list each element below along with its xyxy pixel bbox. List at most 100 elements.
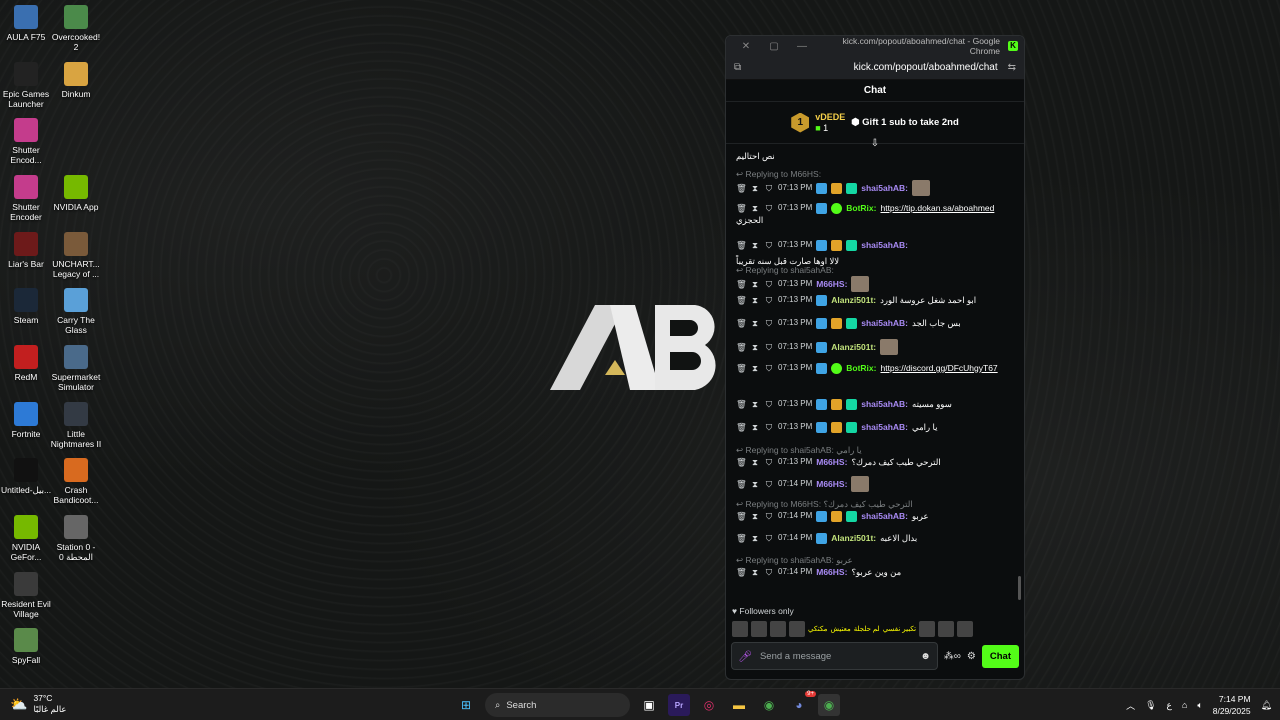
ban-icon[interactable]: ⛉: [764, 278, 774, 290]
desktop-icon[interactable]: Overcooked! 2: [50, 5, 102, 52]
delete-icon[interactable]: 🗑︎: [736, 182, 747, 194]
chat-username[interactable]: M66HS:: [816, 566, 847, 578]
ban-icon[interactable]: ⛉: [764, 317, 774, 329]
desktop-icon[interactable]: Shutter Encod...: [0, 118, 52, 165]
chat-username[interactable]: shai5ahAB:: [861, 510, 908, 522]
chat-scrollbar[interactable]: [1018, 576, 1021, 600]
emote-label[interactable]: معتيش: [830, 625, 850, 633]
desktop-icon[interactable]: RedM: [0, 345, 52, 382]
desktop-icon[interactable]: Untitled-بيل...: [0, 458, 52, 495]
chat-message[interactable]: نص احتاليم: [736, 150, 1010, 162]
desktop-icon[interactable]: Resident Evil Village: [0, 572, 52, 619]
clock[interactable]: 7:14 PM 8/29/2025: [1213, 693, 1251, 717]
file-explorer-icon[interactable]: ▬: [728, 694, 750, 716]
chat-input[interactable]: 🎤︎ Send a message ☻: [731, 642, 938, 670]
close-icon[interactable]: ✕: [732, 41, 760, 52]
language-indicator[interactable]: ع: [1167, 700, 1172, 711]
desktop-icon[interactable]: SpyFall: [0, 628, 52, 665]
tune-icon[interactable]: ⇆: [1008, 62, 1016, 73]
emote-icon[interactable]: [770, 621, 786, 637]
user-badge-icon[interactable]: [816, 398, 828, 410]
emoji-icon[interactable]: ☻: [920, 651, 931, 662]
user-badge-icon[interactable]: [816, 341, 828, 353]
ban-icon[interactable]: ⛉: [764, 398, 774, 410]
emote-icon[interactable]: [957, 621, 974, 637]
emote-icon[interactable]: [938, 621, 955, 637]
reply-context[interactable]: ↩ Replying to shai5ahAB: يا رامي: [736, 444, 1010, 456]
chat-message[interactable]: 🗑︎ ⧗ ⛉ 07:13 PM Alanzi501t:: [736, 339, 1010, 355]
ban-icon[interactable]: ⛉: [764, 421, 774, 433]
user-badge-icon[interactable]: [816, 421, 828, 433]
minimize-icon[interactable]: —: [788, 41, 816, 52]
desktop-icon[interactable]: Supermarket Simulator: [50, 345, 102, 392]
chat-username[interactable]: Alanzi501t:: [831, 294, 876, 306]
url-text[interactable]: kick.com/popout/aboahmed/chat: [741, 62, 1007, 73]
desktop-icon[interactable]: Crash Bandicoot...: [50, 458, 102, 505]
message-link[interactable]: https://tip.dokan.sa/aboahmed: [880, 202, 994, 214]
user-badge-icon[interactable]: [831, 182, 843, 194]
delete-icon[interactable]: 🗑︎: [736, 278, 747, 290]
desktop-icon[interactable]: Steam: [0, 288, 52, 325]
delete-icon[interactable]: 🗑︎: [736, 294, 747, 306]
chat-username[interactable]: shai5ahAB:: [861, 398, 908, 410]
desktop-icon[interactable]: Fortnite: [0, 402, 52, 439]
chat-message[interactable]: 🗑︎ ⧗ ⛉ 07:14 PM Alanzi501t: بدال الاعبه: [736, 532, 1010, 544]
mic-icon[interactable]: 🎤︎: [738, 650, 752, 663]
user-badge-icon[interactable]: [831, 362, 843, 374]
delete-icon[interactable]: 🗑︎: [736, 456, 747, 468]
reply-context[interactable]: ↩ Replying to M66HS:: [736, 168, 1010, 180]
user-badge-icon[interactable]: [831, 202, 843, 214]
chat-username[interactable]: BotRix:: [846, 202, 876, 214]
tray-overflow-icon[interactable]: ︿: [1126, 699, 1135, 712]
chat-username[interactable]: BotRix:: [846, 362, 876, 374]
chat-username[interactable]: M66HS:: [816, 456, 847, 468]
desktop-icon[interactable]: Shutter Encoder: [0, 175, 52, 222]
desktop-icon[interactable]: Epic Games Launcher: [0, 62, 52, 109]
timeout-icon[interactable]: ⧗: [750, 362, 760, 374]
delete-icon[interactable]: 🗑︎: [736, 532, 747, 544]
desktop-icon[interactable]: UNCHART... Legacy of ...: [50, 232, 102, 279]
delete-icon[interactable]: 🗑︎: [736, 398, 747, 410]
user-badge-icon[interactable]: [846, 239, 858, 251]
delete-icon[interactable]: 🗑︎: [736, 362, 747, 374]
chat-username[interactable]: M66HS:: [816, 478, 847, 490]
chat-message[interactable]: 🗑︎ ⧗ ⛉ 07:13 PM shai5ahAB: بس جاب الجد: [736, 317, 1010, 329]
chat-message[interactable]: ↩ Replying to shai5ahAB: 🗑︎ ⧗ ⛉ 07:13 PM M66H…: [736, 264, 1010, 292]
tray-mic-icon[interactable]: 🎙︎: [1145, 700, 1156, 711]
delete-icon[interactable]: 🗑︎: [736, 478, 747, 490]
emote-label[interactable]: تكبير نفسي: [883, 625, 916, 633]
delete-icon[interactable]: 🗑︎: [736, 202, 747, 214]
emote-icon[interactable]: [751, 621, 767, 637]
timeout-icon[interactable]: ⧗: [750, 278, 760, 290]
user-badge-icon[interactable]: [831, 421, 843, 433]
network-icon[interactable]: ⌂: [1182, 700, 1187, 710]
ban-icon[interactable]: ⛉: [764, 362, 774, 374]
user-badge-icon[interactable]: [816, 202, 828, 214]
chrome-active-icon[interactable]: ◉: [818, 694, 840, 716]
delete-icon[interactable]: 🗑︎: [736, 317, 747, 329]
instagram-icon[interactable]: ◎: [698, 694, 720, 716]
timeout-icon[interactable]: ⧗: [750, 510, 760, 522]
user-badge-icon[interactable]: [846, 317, 858, 329]
maximize-icon[interactable]: ▢: [760, 41, 788, 52]
emote-icon[interactable]: [789, 621, 805, 637]
ban-icon[interactable]: ⛉: [764, 341, 774, 353]
chat-message[interactable]: ↩ Replying to shai5ahAB: يا رامي 🗑︎ ⧗ ⛉ 07:1…: [736, 444, 1010, 468]
chat-username[interactable]: M66HS:: [816, 278, 847, 290]
timeout-icon[interactable]: ⧗: [750, 317, 760, 329]
user-badge-icon[interactable]: [846, 510, 858, 522]
delete-icon[interactable]: 🗑︎: [736, 510, 747, 522]
ban-icon[interactable]: ⛉: [764, 566, 774, 578]
points-icon[interactable]: ⁂∞: [944, 651, 961, 662]
volume-icon[interactable]: 🔈︎: [1197, 700, 1202, 711]
timeout-icon[interactable]: ⧗: [750, 398, 760, 410]
timeout-icon[interactable]: ⧗: [750, 341, 760, 353]
timeout-icon[interactable]: ⧗: [750, 566, 760, 578]
timeout-icon[interactable]: ⧗: [750, 239, 760, 251]
timeout-icon[interactable]: ⧗: [750, 294, 760, 306]
message-link[interactable]: https://discord.gg/DFcUhgyT67: [880, 362, 997, 374]
delete-icon[interactable]: 🗑︎: [736, 341, 747, 353]
user-badge-icon[interactable]: [846, 398, 858, 410]
user-badge-icon[interactable]: [816, 362, 828, 374]
desktop-icon[interactable]: Liar's Bar: [0, 232, 52, 269]
